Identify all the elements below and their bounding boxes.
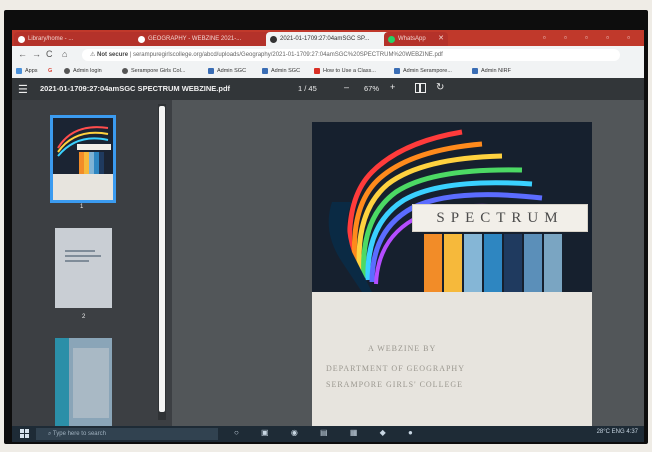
- tab-bar: Library/home - ... ✕ GEOGRAPHY - WEBZINE…: [12, 30, 644, 46]
- admin-icon: [262, 67, 268, 74]
- thumbnail-page-image: [55, 228, 112, 308]
- admin-icon: [208, 67, 214, 74]
- thumbnail-label: 1: [80, 204, 84, 210]
- thumbnail-cover-image: [53, 118, 113, 200]
- warning-icon: ⚠: [90, 52, 98, 58]
- bookmark-admin-sgc[interactable]: Admin SGC: [208, 66, 246, 76]
- rotate-icon[interactable]: ↻: [436, 82, 444, 93]
- thumbnail-page-3[interactable]: [55, 338, 112, 426]
- whatsapp-icon: [388, 36, 395, 43]
- globe-icon: [122, 67, 128, 74]
- thumbnail-page-2[interactable]: [55, 228, 112, 308]
- bookmark-admin-serampore[interactable]: Admin Serampore...: [394, 66, 452, 76]
- windows-taskbar: ⌕ Type here to search ○ ▣ ◉ ▤ ▦ ◆ ● 28°C…: [12, 426, 644, 442]
- bookmark-admin-login[interactable]: Admin login: [64, 66, 102, 76]
- pdf-page-cover: SPECTRUM A WEBZINE BY DEPARTMENT OF GEOG…: [312, 122, 592, 426]
- tab-library[interactable]: Library/home - ... ✕: [14, 32, 146, 46]
- windows-start-icon[interactable]: [20, 429, 30, 439]
- cover-line-3: SERAMPORE GIRLS' COLLEGE: [326, 380, 464, 389]
- tab-favicon-icon: [138, 36, 145, 43]
- forward-arrow-icon[interactable]: →: [32, 49, 41, 59]
- menu-icon[interactable]: ☰: [18, 83, 28, 96]
- fit-to-page-icon[interactable]: [415, 83, 426, 93]
- tab-webzine-geography[interactable]: GEOGRAPHY - WEBZINE 2021-... ✕: [134, 32, 278, 46]
- bookmarks-bar: Apps G Admin login Serampore Girls Col..…: [12, 64, 644, 79]
- zoom-in-button[interactable]: +: [390, 82, 395, 92]
- thumbnail-page-image: [55, 338, 112, 426]
- zoom-level[interactable]: 67%: [364, 84, 379, 93]
- tab-favicon-icon: [18, 36, 25, 43]
- thumbnail-label: 2: [82, 314, 86, 320]
- globe-icon: [64, 67, 70, 74]
- youtube-icon: [314, 67, 320, 74]
- bookmark-google[interactable]: G: [48, 66, 52, 76]
- tab-label: 2021-01-1709:27:04amSGC SP...: [280, 36, 370, 42]
- zoom-out-button[interactable]: –: [344, 82, 349, 92]
- back-arrow-icon[interactable]: ←: [18, 49, 27, 59]
- home-icon[interactable]: ⌂: [62, 49, 67, 59]
- sidebar-scrollbar-thumb[interactable]: [159, 106, 165, 412]
- system-tray[interactable]: 28°C ENG 4:37: [597, 429, 638, 435]
- thumbnail-sidebar: 1 2: [12, 100, 172, 426]
- cover-line-1: A WEBZINE BY: [368, 344, 437, 353]
- bookmark-how-to-use[interactable]: How to Use a Class...: [314, 66, 376, 76]
- cover-subtitle-band: A WEBZINE BY DEPARTMENT OF GEOGRAPHY SER…: [312, 292, 592, 426]
- cover-line-2: DEPARTMENT OF GEOGRAPHY: [326, 364, 465, 373]
- tab-pdf-active[interactable]: 2021-01-1709:27:04amSGC SP... ✕: [266, 32, 396, 46]
- pdf-viewer: SPECTRUM A WEBZINE BY DEPARTMENT OF GEOG…: [172, 100, 644, 426]
- url-text: serampuregirlscollege.org/abcd/uploads/G…: [132, 52, 443, 58]
- browser-window: Library/home - ... ✕ GEOGRAPHY - WEBZINE…: [12, 30, 644, 442]
- apps-grid-icon: [16, 67, 22, 74]
- close-icon[interactable]: ✕: [438, 32, 444, 46]
- bookmark-admin-nirf[interactable]: Admin NIRF: [472, 66, 511, 76]
- tab-label: Library/home - ...: [28, 36, 74, 42]
- admin-icon: [472, 67, 478, 74]
- tab-label: WhatsApp: [398, 36, 426, 42]
- address-bar: ← → C ⌂ ⚠ Not secure | serampuregirlscol…: [12, 46, 644, 64]
- pdf-toolbar: ☰ 2021-01-1709:27:04amSGC SPECTRUM WEBZI…: [12, 78, 644, 100]
- bookmark-admin-sgc-2[interactable]: Admin SGC: [262, 66, 300, 76]
- reload-icon[interactable]: C: [46, 49, 53, 59]
- tab-whatsapp[interactable]: WhatsApp ✕: [384, 32, 448, 46]
- bookmark-apps[interactable]: Apps: [16, 66, 38, 76]
- pdf-filename: 2021-01-1709:27:04amSGC SPECTRUM WEBZINE…: [40, 84, 231, 93]
- tab-favicon-icon: [270, 36, 277, 43]
- bookmark-serampore-girls[interactable]: Serampore Girls Col...: [122, 66, 185, 76]
- admin-icon: [394, 67, 400, 74]
- tab-label: GEOGRAPHY - WEBZINE 2021-...: [148, 36, 242, 42]
- window-controls[interactable]: ▫ ▫ ▫ ▫ ▫: [543, 33, 638, 42]
- cover-title: SPECTRUM: [436, 210, 564, 226]
- security-label: Not secure: [97, 52, 129, 58]
- taskbar-search-input[interactable]: ⌕ Type here to search: [36, 428, 218, 440]
- taskbar-apps[interactable]: ○ ▣ ◉ ▤ ▦ ◆ ●: [234, 428, 423, 437]
- url-input[interactable]: ⚠ Not secure | serampuregirlscollege.org…: [82, 49, 620, 61]
- page-indicator[interactable]: 1 / 45: [298, 84, 317, 93]
- monitor-bezel: Library/home - ... ✕ GEOGRAPHY - WEBZINE…: [4, 10, 648, 444]
- thumbnail-page-1[interactable]: [50, 115, 116, 203]
- cover-title-banner: SPECTRUM: [412, 204, 588, 232]
